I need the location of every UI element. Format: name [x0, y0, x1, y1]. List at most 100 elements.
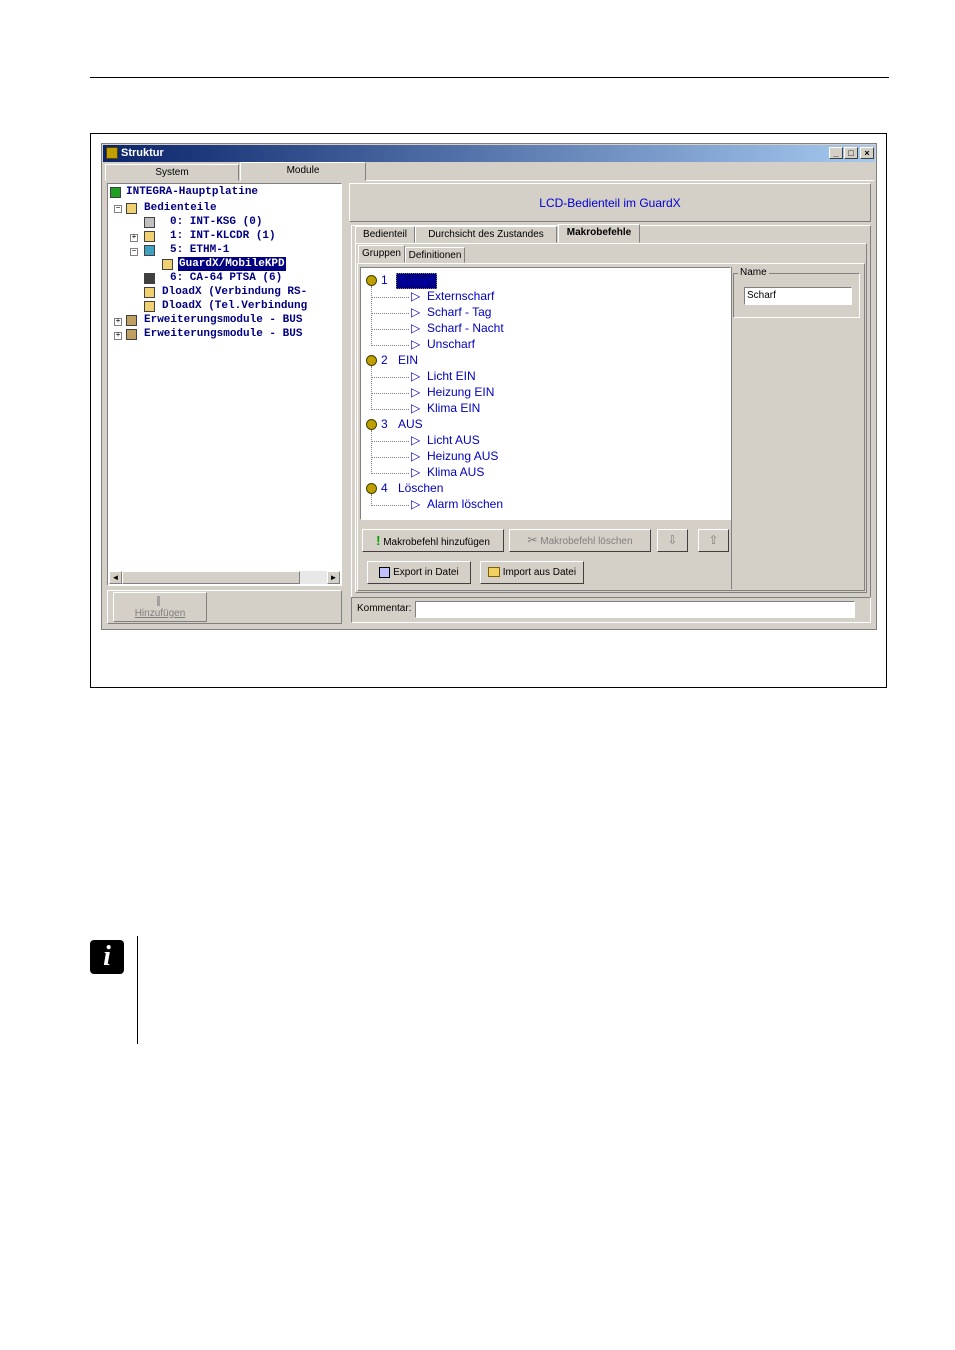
- macro-item[interactable]: Heizung EIN: [427, 385, 494, 399]
- save-icon: [379, 566, 391, 578]
- scroll-right-icon[interactable]: ►: [327, 571, 340, 584]
- tree-guide: [371, 345, 409, 346]
- tree-item-ca64-ptsa[interactable]: 6: CA-64 PTSA (6): [170, 271, 282, 285]
- ethernet-module-icon: [144, 245, 155, 256]
- delete-macro-button[interactable]: ✂ Makrobefehl löschen: [509, 529, 651, 552]
- info-icon: i: [90, 940, 124, 974]
- tree-item-mainboard[interactable]: INTEGRA-Hauptplatine: [126, 185, 258, 199]
- name-input[interactable]: Scharf: [744, 287, 852, 305]
- tree-guide: [371, 286, 372, 346]
- add-button[interactable]: Hinzufügen: [113, 592, 207, 622]
- macro-arrow-icon: ▷: [411, 305, 421, 319]
- export-label: Export in Datei: [393, 567, 459, 578]
- macro-item[interactable]: Licht AUS: [427, 433, 480, 447]
- tab-makrobefehle[interactable]: Makrobefehle: [558, 224, 640, 243]
- macro-item[interactable]: Externscharf: [427, 289, 494, 303]
- add-button-label: Hinzufügen: [134, 608, 186, 619]
- macro-item[interactable]: Alarm löschen: [427, 497, 503, 511]
- tree-guide: [371, 393, 409, 394]
- macro-item[interactable]: Klima EIN: [427, 401, 480, 415]
- collapse-icon[interactable]: −: [114, 205, 122, 213]
- macro-item[interactable]: Scharf - Tag: [427, 305, 491, 319]
- scroll-thumb[interactable]: [122, 571, 300, 584]
- import-label: Import aus Datei: [502, 567, 577, 578]
- tree-item-dloadx-tel[interactable]: DloadX (Tel.Verbindung: [162, 299, 307, 313]
- expander-module-icon: [126, 329, 137, 340]
- tree-item-int-klcdr[interactable]: 1: INT-KLCDR (1): [170, 229, 276, 243]
- group-number: 2: [381, 353, 388, 367]
- app-icon: [106, 147, 118, 159]
- tree-item-erweiterung-2[interactable]: Erweiterungsmodule - BUS: [144, 327, 302, 341]
- macro-item[interactable]: Klima AUS: [427, 465, 484, 479]
- macro-arrow-icon: ▷: [411, 369, 421, 383]
- close-button[interactable]: ×: [860, 147, 874, 159]
- tab-module[interactable]: Module: [240, 162, 366, 181]
- group-name-aus[interactable]: AUS: [398, 417, 423, 431]
- tree-item-erweiterung-1[interactable]: Erweiterungsmodule - BUS: [144, 313, 302, 327]
- import-button[interactable]: Import aus Datei: [480, 561, 584, 584]
- comment-label: Kommentar:: [357, 603, 412, 614]
- tree-guide: [371, 473, 409, 474]
- macro-arrow-icon: ▷: [411, 465, 421, 479]
- dloadx-icon: [144, 287, 155, 298]
- tab-durchsicht[interactable]: Durchsicht des Zustandes: [415, 226, 557, 243]
- tree-item-ethm-1[interactable]: 5: ETHM-1: [170, 243, 229, 257]
- expand-icon[interactable]: +: [114, 318, 122, 326]
- macro-arrow-icon: ▷: [411, 433, 421, 447]
- group-name-loeschen[interactable]: Löschen: [398, 481, 443, 495]
- tab-definitionen[interactable]: Definitionen: [405, 247, 465, 263]
- export-button[interactable]: Export in Datei: [367, 561, 471, 584]
- macro-item[interactable]: Unscharf: [427, 337, 475, 351]
- tree-item-int-ksg[interactable]: 0: INT-KSG (0): [170, 215, 262, 229]
- group-name-ein[interactable]: EIN: [398, 353, 418, 367]
- name-label: Name: [738, 267, 769, 278]
- folder-open-icon: [487, 567, 500, 578]
- tree-item-dloadx-rs[interactable]: DloadX (Verbindung RS-: [162, 285, 307, 299]
- splitter[interactable]: [343, 183, 348, 623]
- dloadx-icon: [144, 301, 155, 312]
- title-bar[interactable]: [103, 145, 875, 162]
- tree-item-bedienteile[interactable]: Bedienteile: [144, 201, 217, 215]
- expand-icon[interactable]: +: [114, 332, 122, 340]
- group-icon: [366, 483, 377, 494]
- move-down-button[interactable]: ⇩: [657, 529, 688, 552]
- tree-guide: [371, 329, 409, 330]
- group-name-scharf[interactable]: Scharf: [396, 273, 437, 289]
- scroll-left-icon[interactable]: ◄: [109, 571, 122, 584]
- expand-icon[interactable]: +: [130, 234, 138, 242]
- add-macro-label: Makrobefehl hinzufügen: [383, 537, 490, 548]
- right-divider: [731, 267, 732, 589]
- exclamation-icon: !: [376, 533, 381, 548]
- tree-item-guardx[interactable]: GuardX/MobileKPD: [178, 257, 286, 271]
- tab-gruppen[interactable]: Gruppen: [358, 245, 405, 263]
- macro-arrow-icon: ▷: [411, 449, 421, 463]
- group-icon: [366, 275, 377, 286]
- page-top-rule: [90, 77, 889, 78]
- move-up-button[interactable]: ⇧: [698, 529, 729, 552]
- group-icon: [366, 419, 377, 430]
- macro-item[interactable]: Licht EIN: [427, 369, 476, 383]
- add-icon: [157, 596, 160, 606]
- macro-item[interactable]: Heizung AUS: [427, 449, 498, 463]
- macro-tree[interactable]: 1 Scharf ▷ Externscharf ▷ Scharf - Tag ▷…: [360, 267, 731, 520]
- macro-arrow-icon: ▷: [411, 289, 421, 303]
- mainboard-icon: [110, 187, 121, 198]
- guardx-icon: [162, 259, 173, 270]
- page-title: LCD-Bedienteil im GuardX: [539, 196, 681, 210]
- keypad-group-icon: [126, 203, 137, 214]
- module-tree[interactable]: INTEGRA-Hauptplatine − Bedienteile 0: IN…: [107, 183, 342, 586]
- collapse-icon[interactable]: −: [130, 248, 138, 256]
- add-macro-button[interactable]: ! Makrobefehl hinzufügen: [362, 529, 504, 552]
- tree-guide: [371, 457, 409, 458]
- delete-macro-label: Makrobefehl löschen: [540, 536, 633, 547]
- comment-input[interactable]: [415, 601, 855, 618]
- macro-item[interactable]: Scharf - Nacht: [427, 321, 504, 335]
- maximize-button[interactable]: □: [844, 147, 858, 159]
- tab-baseline: [366, 180, 874, 181]
- tree-guide: [371, 441, 409, 442]
- macro-arrow-icon: ▷: [411, 401, 421, 415]
- tab-bedienteil[interactable]: Bedienteil: [355, 226, 415, 243]
- tab-system[interactable]: System: [105, 164, 239, 181]
- tree-guide: [371, 313, 409, 314]
- minimize-button[interactable]: _: [829, 147, 843, 159]
